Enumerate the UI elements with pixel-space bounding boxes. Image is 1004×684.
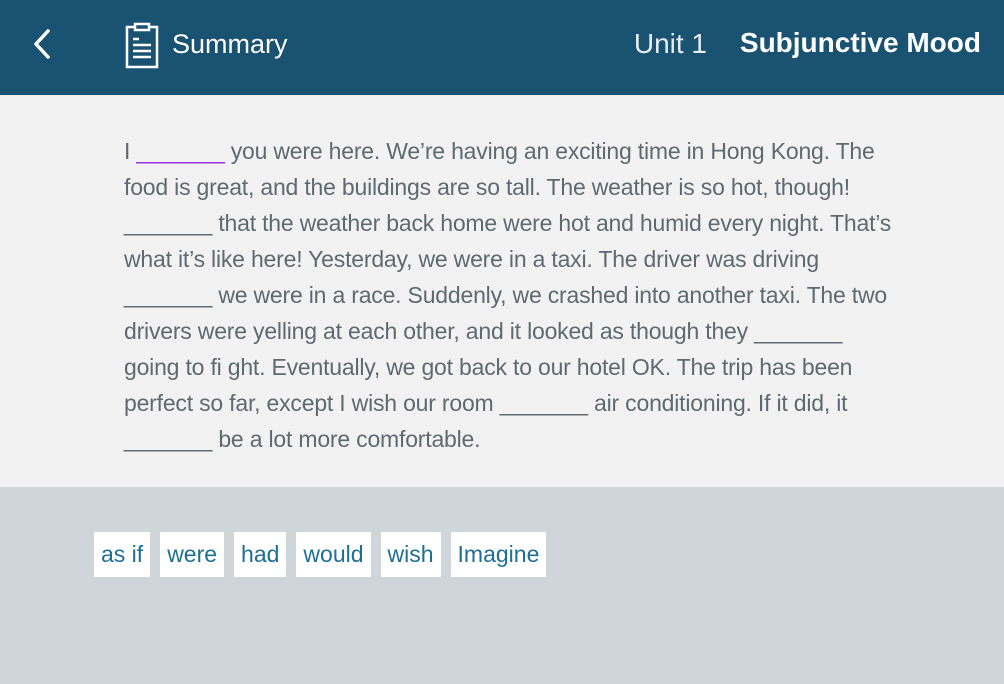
passage-segment: you were here. We’re having an exciting … [124,138,875,200]
word-bank: as if were had would wish Imagine [0,487,1004,684]
word-chip-would[interactable]: would [296,532,371,577]
top-bar: Summary Unit 1 Subjunctive Mood [0,0,1004,95]
answer-blank-6[interactable]: _______ [124,426,212,452]
answer-blank-3[interactable]: _______ [124,282,212,308]
unit-label: Unit 1 [633,28,707,59]
passage-segment: that the weather back home were hot and … [124,210,892,272]
word-chip-list: as if were had would wish Imagine [94,532,547,577]
chevron-left-icon [34,29,50,59]
passage-segment: be a lot more comfortable. [212,426,481,452]
answer-blank-5[interactable]: _______ [500,390,588,416]
back-button[interactable] [26,24,62,64]
passage-segment: I [124,138,137,164]
passage-segment: air conditioning. If it did, it [587,390,848,416]
passage-text: I _______ you were here. We’re having an… [124,133,894,457]
word-chip-imagine[interactable]: Imagine [450,532,547,577]
answer-blank-2[interactable]: _______ [124,210,212,236]
word-chip-as-if[interactable]: as if [94,532,151,577]
page-title: Subjunctive Mood [739,27,981,58]
word-chip-had[interactable]: had [234,532,287,577]
word-chip-were[interactable]: were [160,532,225,577]
summary-button[interactable]: Summary [124,22,288,70]
answer-blank-4[interactable]: _______ [754,318,842,344]
clipboard-document-icon [125,22,159,69]
passage-panel: I _______ you were here. We’re having an… [0,95,1004,487]
answer-blank-1[interactable]: _______ [136,138,224,164]
summary-label: Summary [172,28,288,59]
word-chip-wish[interactable]: wish [380,532,441,577]
